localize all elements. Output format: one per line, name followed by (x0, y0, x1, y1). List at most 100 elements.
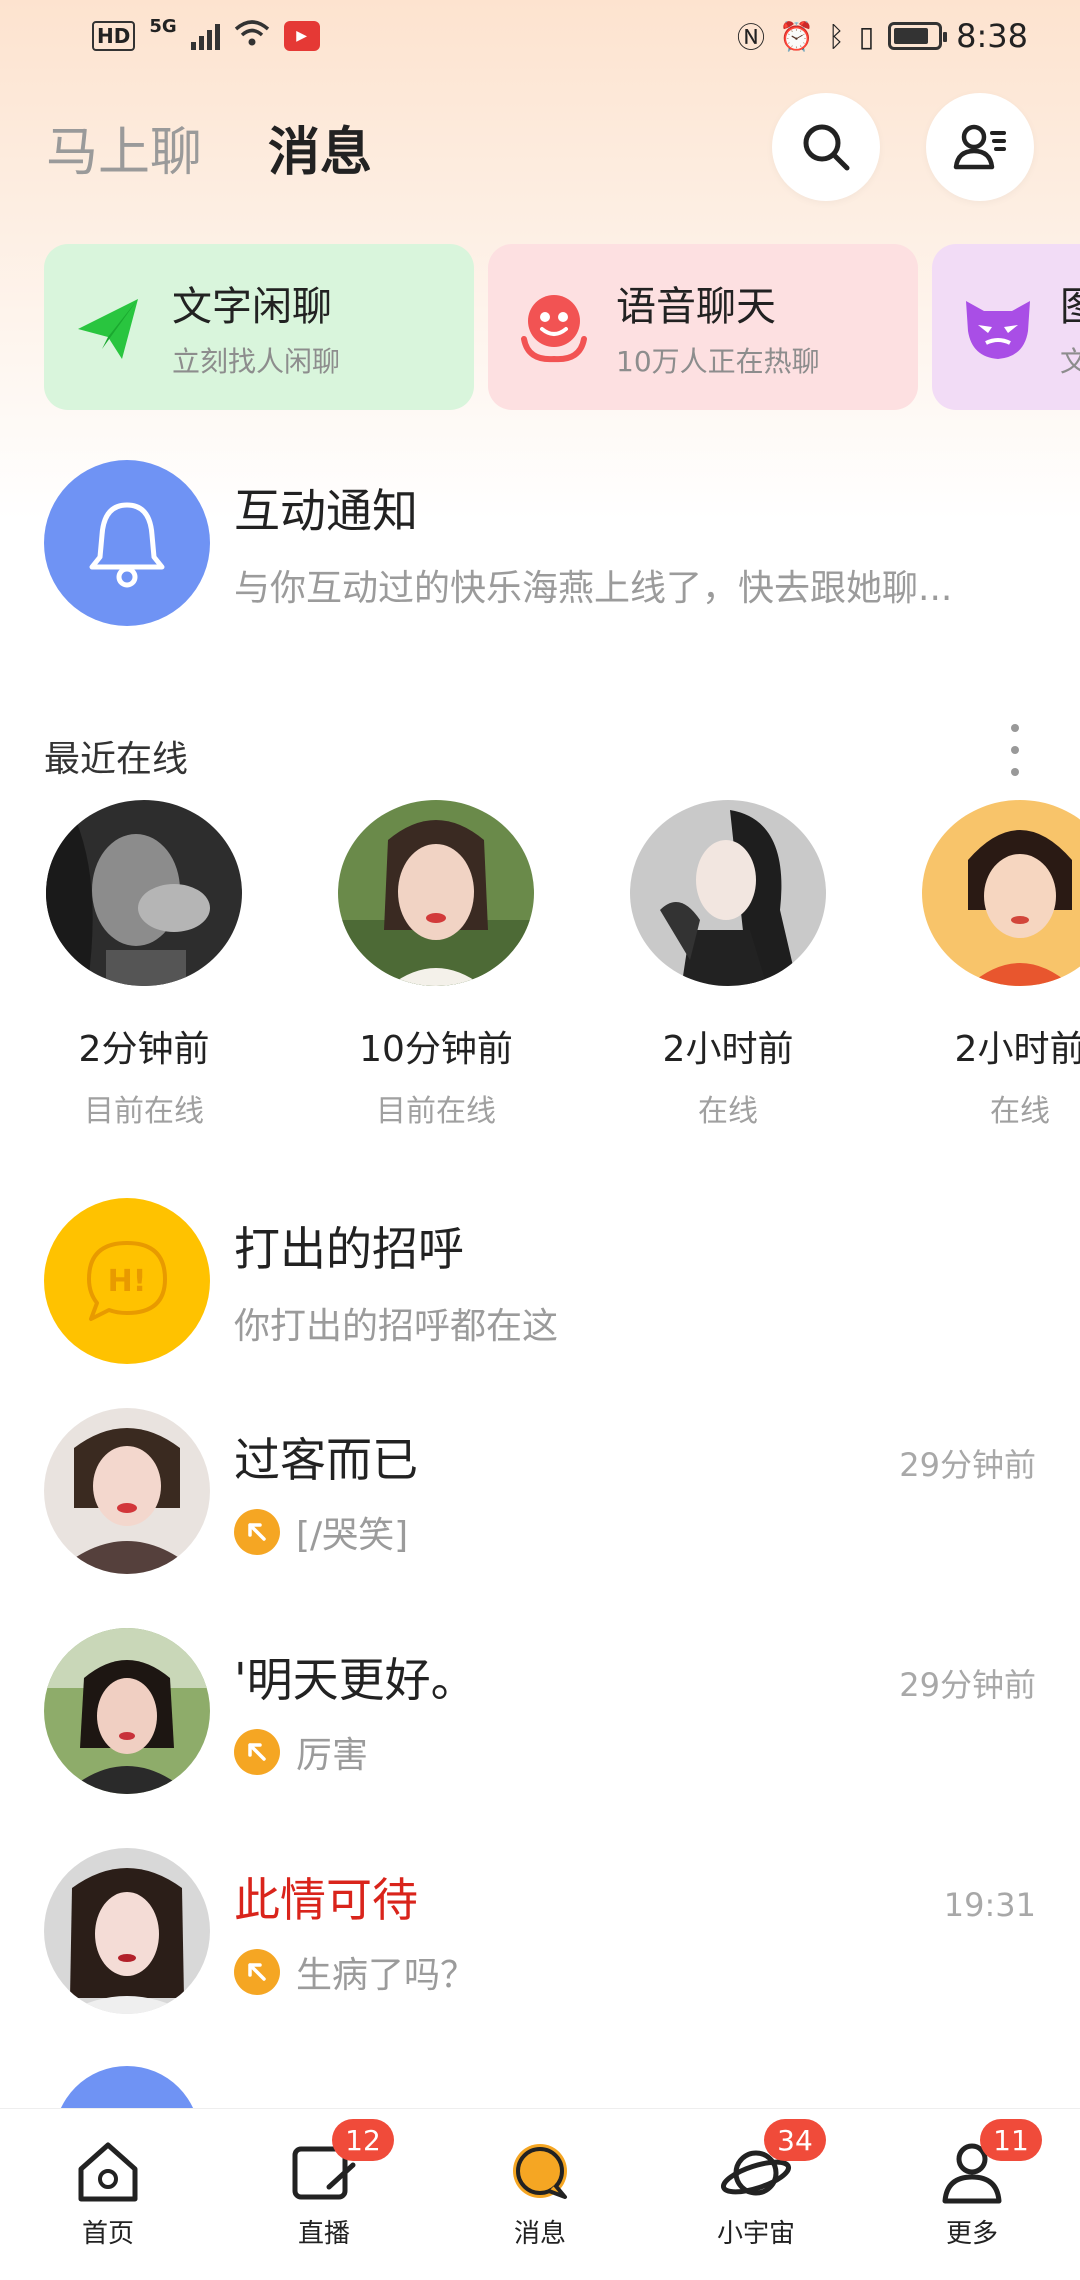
text-chat-card-text: 文字闲聊 立刻找人闲聊 (172, 274, 340, 380)
chat-name: 此情可待 (234, 1873, 418, 1927)
online-status: 在线 (990, 1094, 1050, 1129)
voice-chat-card[interactable]: 语音聊天 10万人正在热聊 (488, 244, 918, 410)
chat-last-message: [/哭笑] (296, 1515, 409, 1556)
reply-arrow-icon (234, 1949, 280, 1995)
chat-last-message: 生病了吗？ (296, 1955, 477, 1996)
recent-user[interactable]: 2分钟前 目前在线 (46, 800, 242, 1130)
card-subtitle: 文 (1060, 345, 1080, 378)
card-subtitle: 10万人正在热聊 (616, 345, 820, 378)
reply-arrow-icon (234, 1509, 280, 1555)
alarm-icon: ⏰ (779, 19, 814, 53)
greeting-title: 打出的招呼 (234, 1222, 464, 1276)
chat-time: 29分钟前 (899, 1446, 1036, 1484)
chat-top: 此情可待 19:31 (234, 1864, 1036, 1930)
avatar (44, 1628, 210, 1794)
unread-badge: 34 (764, 2119, 826, 2161)
status-bar: HD 5G ▶ Ⓝ ⏰ ᛒ ▯ 8:38 (0, 0, 1080, 72)
last-online-time: 2分钟前 (78, 1029, 210, 1070)
nav-label: 小宇宙 (716, 2219, 795, 2249)
speech-bubble-icon: H! (87, 1241, 167, 1321)
chat-bottom: 生病了吗？ (234, 1946, 1036, 1998)
wifi-icon (234, 16, 270, 56)
more-options-icon[interactable] (1000, 720, 1030, 780)
nav-label: 首页 (81, 2219, 134, 2249)
contacts-button[interactable] (926, 93, 1034, 201)
online-status: 在线 (698, 1094, 758, 1129)
reply-arrow-icon (234, 1729, 280, 1775)
network-type: 5G (149, 16, 177, 37)
battery-icon (888, 22, 948, 50)
greeting-subtitle: 你打出的招呼都在这 (234, 1306, 559, 1347)
chat-row[interactable]: 过客而已 29分钟前 [/哭笑] (44, 1408, 1036, 1574)
bell-avatar (44, 460, 210, 626)
chat-body: '明天更好。 29分钟前 厉害 (234, 1644, 1036, 1778)
header-actions (772, 93, 1034, 201)
nav-label: 直播 (297, 2219, 350, 2249)
chat-body: 过客而已 29分钟前 [/哭笑] (234, 1424, 1036, 1558)
bell-icon (89, 502, 165, 588)
nav-more[interactable]: 更多 11 (892, 2119, 1052, 2250)
chat-bottom: [/哭笑] (234, 1506, 1036, 1558)
recent-user[interactable]: 2小时前 在线 (630, 800, 826, 1130)
online-status: 目前在线 (376, 1094, 496, 1129)
chat-top: '明天更好。 29分钟前 (234, 1644, 1036, 1710)
chat-name: 过客而已 (234, 1433, 418, 1487)
greetings-sent-row[interactable]: H! 打出的招呼 你打出的招呼都在这 (44, 1198, 1036, 1364)
recent-user[interactable]: 2小时前 在线 (922, 800, 1080, 1130)
search-icon (803, 124, 850, 171)
recent-online-title: 最近在线 (44, 739, 189, 780)
page-header: 马上聊 消息 (0, 92, 1080, 202)
text-chat-card[interactable]: 文字闲聊 立刻找人闲聊 (44, 244, 474, 410)
search-button[interactable] (772, 93, 880, 201)
nav-label: 更多 (945, 2219, 998, 2249)
avatar (44, 1848, 210, 2014)
contacts-icon (953, 124, 1006, 170)
chat-name: '明天更好。 (234, 1653, 477, 1707)
bluetooth-icon: ᛒ (827, 19, 845, 53)
bottom-navigation: 首页 直播 12 消息 小宇宙 34 更多 11 (0, 2108, 1080, 2280)
avatar (922, 800, 1080, 986)
chat-top: 过客而已 29分钟前 (234, 1424, 1036, 1490)
nav-universe[interactable]: 小宇宙 34 (676, 2119, 836, 2250)
notification-title: 互动通知 (234, 484, 418, 538)
nav-home[interactable]: 首页 (28, 2139, 188, 2250)
online-status: 目前在线 (84, 1094, 204, 1129)
home-icon (78, 2142, 138, 2202)
unread-badge: 12 (332, 2119, 394, 2161)
avatar (630, 800, 826, 986)
chat-time: 19:31 (943, 1886, 1036, 1924)
chat-row[interactable]: '明天更好。 29分钟前 厉害 (44, 1628, 1036, 1794)
card-subtitle: 立刻找人闲聊 (172, 345, 341, 378)
app-notification-icon: ▶ (283, 21, 320, 51)
avatar (338, 800, 534, 986)
nav-live[interactable]: 直播 12 (244, 2119, 404, 2250)
recent-online-list: 2分钟前 目前在线 10分钟前 目前在线 2小时前 在线 2小时前 在线 (46, 800, 1080, 1130)
greeting-avatar: H! (44, 1198, 210, 1364)
mask-chat-card-text: 图 文 (1060, 274, 1080, 380)
last-online-time: 2小时前 (954, 1029, 1080, 1070)
tab-messages[interactable]: 消息 (268, 110, 372, 185)
clock: 8:38 (956, 17, 1028, 55)
feature-cards: 文字闲聊 立刻找人闲聊 语音聊天 10万人正在热聊 图 文 (44, 244, 1080, 410)
mask-chat-card[interactable]: 图 文 (932, 244, 1080, 410)
avatar (44, 1408, 210, 1574)
chat-last-message: 厉害 (296, 1735, 369, 1776)
svg-text:H!: H! (108, 1264, 147, 1299)
message-bubble-icon (513, 2144, 567, 2199)
chat-row[interactable]: 此情可待 19:31 生病了吗？ (44, 1848, 1036, 2014)
voice-chat-card-text: 语音聊天 10万人正在热聊 (616, 274, 820, 380)
mask-icon (958, 287, 1038, 367)
card-title: 语音聊天 (616, 284, 776, 330)
chat-time: 29分钟前 (899, 1666, 1036, 1704)
nav-messages[interactable]: 消息 (460, 2139, 620, 2250)
chat-bottom: 厉害 (234, 1726, 1036, 1778)
interaction-notification-row[interactable]: 互动通知 与你互动过的快乐海燕上线了，快去跟她聊... (44, 460, 1044, 626)
notification-subtitle: 与你互动过的快乐海燕上线了，快去跟她聊... (234, 568, 953, 609)
partial-chat-avatar (54, 2066, 200, 2108)
card-title: 文字闲聊 (172, 284, 332, 330)
recent-user[interactable]: 10分钟前 目前在线 (338, 800, 534, 1130)
card-title: 图 (1060, 274, 1080, 332)
tab-chat-now[interactable]: 马上聊 (46, 110, 202, 185)
voice-face-icon (514, 287, 594, 367)
vibrate-icon: ▯ (858, 19, 875, 53)
